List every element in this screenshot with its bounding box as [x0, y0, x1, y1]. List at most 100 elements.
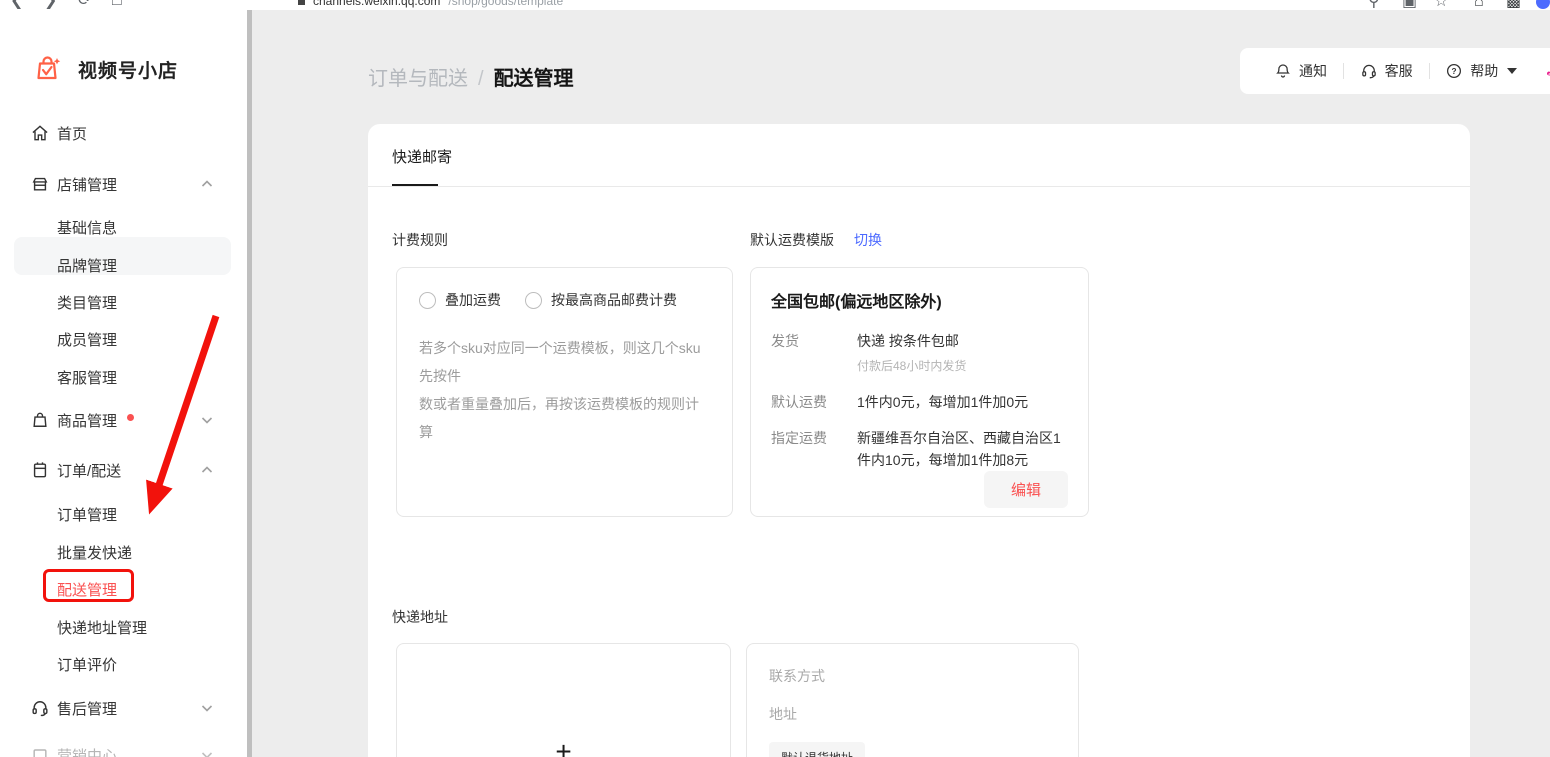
chevron-down-icon	[200, 701, 214, 715]
row-label: 发货	[771, 330, 857, 377]
browser-bookmark-icon[interactable]: □	[112, 0, 122, 10]
sidebar-item-customer-service-management[interactable]: 客服管理	[0, 363, 247, 391]
breadcrumb-separator: /	[478, 68, 484, 90]
row-value: 1件内0元，每增加1件加0元	[857, 391, 1068, 413]
customer-service-button[interactable]: 客服	[1344, 61, 1429, 81]
radio-highest-item-shipping[interactable]: 按最高商品邮费计费	[525, 290, 677, 310]
notifications-label: 通知	[1299, 61, 1327, 81]
customer-service-label: 客服	[1385, 61, 1413, 81]
chevron-down-icon	[200, 413, 214, 427]
sidebar: 视频号小店 首页 店铺管理 基础信息 品牌管理 类目管理 成员管理	[0, 10, 247, 757]
switch-template-link[interactable]: 切换	[854, 232, 882, 248]
sidebar-item-brand-management[interactable]: 品牌管理	[0, 251, 247, 279]
express-address-label: 快递地址	[392, 607, 448, 627]
sidebar-item-delivery-management[interactable]: 配送管理	[0, 575, 247, 603]
sidebar-item-home[interactable]: 首页	[0, 119, 247, 147]
radio-label: 叠加运费	[445, 290, 501, 310]
sidebar-item-after-sales[interactable]: 售后管理	[0, 694, 247, 722]
sidebar-item-express-address-management[interactable]: 快递地址管理	[0, 613, 247, 641]
sidebar-item-category-management[interactable]: 类目管理	[0, 288, 247, 316]
breadcrumb-parent: 订单与配送	[368, 68, 468, 90]
sidebar-item-goods-management[interactable]: 商品管理	[0, 406, 247, 434]
sidebar-item-order-management[interactable]: 订单管理	[0, 500, 247, 528]
browser-address-bar[interactable]: channels.weixin.qq.com/shop/goods/templa…	[298, 0, 563, 8]
account-avatar[interactable]: 𝒮	[1543, 56, 1550, 86]
default-template-title: 默认运费模版	[750, 232, 834, 248]
sidebar-item-label: 订单/配送	[57, 460, 121, 481]
sidebar-item-label: 售后管理	[57, 698, 117, 719]
browser-extension-icon[interactable]: ▣	[1402, 0, 1417, 10]
hint-line: 数或者重量叠加后，再按该运费模板的规则计算	[419, 396, 699, 440]
template-row-shipping: 发货 快递 按条件包邮 付款后48小时内发货	[771, 330, 1068, 377]
default-return-address-badge: 默认退货地址	[769, 742, 865, 757]
search-icon[interactable]: ⚲	[1368, 0, 1380, 10]
sidebar-item-shop-management[interactable]: 店铺管理	[0, 170, 247, 198]
store-icon	[30, 174, 50, 194]
default-template-label: 默认运费模版 切换	[750, 230, 882, 250]
sidebar-item-label: 订单管理	[57, 504, 117, 525]
chevron-up-icon	[200, 177, 214, 191]
row-value: 快递 按条件包邮 付款后48小时内发货	[857, 330, 1068, 377]
sidebar-item-label: 店铺管理	[57, 174, 117, 195]
home-icon	[30, 123, 50, 143]
sidebar-item-order-delivery[interactable]: 订单/配送	[0, 456, 247, 484]
sidebar-item-batch-shipping[interactable]: 批量发快递	[0, 538, 247, 566]
sidebar-item-label: 营销中心	[57, 745, 117, 757]
billing-rules-label: 计费规则	[392, 230, 448, 250]
add-address-card[interactable]: +	[396, 643, 731, 757]
radio-circle-icon[interactable]	[525, 292, 542, 309]
notifications-button[interactable]: 通知	[1258, 61, 1343, 81]
svg-text:?: ?	[1452, 67, 1457, 76]
browser-forward-icon[interactable]: ❯	[44, 0, 57, 10]
browser-back-icon[interactable]: ❮	[10, 0, 23, 10]
sidebar-item-label: 品牌管理	[57, 255, 117, 276]
address-detail-card: 联系方式 地址 默认退货地址	[746, 643, 1079, 757]
bookmark-star-icon[interactable]: ☆	[1434, 0, 1448, 10]
row-subtext: 付款后48小时内发货	[857, 355, 1068, 377]
edit-button[interactable]: 编辑	[984, 471, 1068, 508]
divider	[368, 186, 1470, 187]
browser-toolbar: ❮ ❯ ⟳ □ channels.weixin.qq.com/shop/good…	[0, 0, 1550, 10]
browser-reload-icon[interactable]: ⟳	[78, 0, 91, 10]
radio-overlay-shipping[interactable]: 叠加运费	[419, 290, 501, 310]
megaphone-icon	[30, 745, 50, 757]
template-row-specified-freight: 指定运费 新疆维吾尔自治区、西藏自治区1件内10元，每增加1件加8元	[771, 427, 1068, 471]
breadcrumb: 订单与配送 / 配送管理	[368, 62, 574, 91]
shop-bag-logo-icon	[33, 54, 63, 84]
plus-icon[interactable]: +	[397, 736, 730, 757]
sidebar-item-label: 首页	[57, 123, 87, 144]
radio-circle-icon[interactable]	[419, 292, 436, 309]
bell-icon	[1274, 62, 1292, 80]
row-value-text: 快递 按条件包邮	[857, 333, 959, 349]
site-info-icon[interactable]	[298, 0, 305, 5]
address-label: 地址	[769, 704, 1056, 724]
sidebar-item-member-management[interactable]: 成员管理	[0, 325, 247, 353]
billing-rules-hint: 若多个sku对应同一个运费模板，则这几个sku先按件 数或者重量叠加后，再按该运…	[419, 334, 710, 446]
freight-template-title: 全国包邮(偏远地区除外)	[771, 288, 1068, 312]
page-title: 配送管理	[494, 68, 574, 90]
chevron-up-icon	[200, 463, 214, 477]
help-dropdown-button[interactable]: ? 帮助	[1429, 61, 1533, 81]
browser-profile-avatar[interactable]	[1536, 0, 1550, 9]
url-path: /shop/goods/template	[448, 0, 563, 8]
sidebar-item-label: 快递地址管理	[57, 617, 147, 638]
bag-icon	[30, 410, 50, 430]
contact-label: 联系方式	[769, 666, 1056, 686]
radio-label: 按最高商品邮费计费	[551, 290, 677, 310]
sidebar-item-marketing-center[interactable]: 营销中心	[0, 741, 247, 757]
chevron-down-icon	[200, 748, 214, 757]
headset-icon	[1360, 62, 1378, 80]
headset-icon	[30, 698, 50, 718]
sidebar-item-label: 订单评价	[57, 654, 117, 675]
sidebar-item-basic-info[interactable]: 基础信息	[0, 213, 247, 241]
sidebar-item-label: 批量发快递	[57, 542, 132, 563]
question-circle-icon: ?	[1445, 62, 1463, 80]
browser-home-icon[interactable]: ⌂	[1474, 0, 1484, 10]
tab-express-shipping[interactable]: 快递邮寄	[392, 146, 452, 167]
browser-menu-icon[interactable]: ▩	[1506, 0, 1521, 10]
notification-dot	[127, 414, 134, 421]
row-value: 新疆维吾尔自治区、西藏自治区1件内10元，每增加1件加8元	[857, 427, 1068, 471]
header-actions: 通知 客服 ? 帮助 𝒮	[1240, 48, 1550, 94]
sidebar-item-order-review[interactable]: 订单评价	[0, 650, 247, 678]
hint-line: 若多个sku对应同一个运费模板，则这几个sku先按件	[419, 340, 701, 384]
